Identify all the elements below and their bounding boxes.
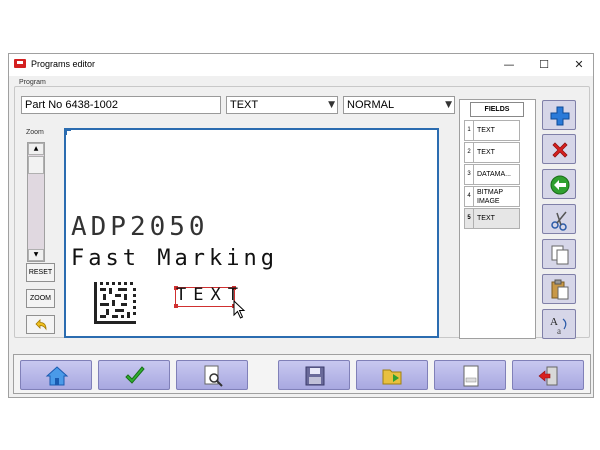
title-bar: Programs editor — ☐ ✕ (9, 54, 593, 76)
field-number: 1 (465, 121, 474, 140)
exit-button[interactable] (512, 360, 584, 390)
cut-icon (551, 211, 567, 231)
back-button[interactable] (542, 169, 576, 199)
paste-icon (551, 279, 569, 300)
preview-icon (204, 365, 223, 387)
field-row[interactable]: 3 DATAMA... (464, 164, 520, 185)
delete-icon (552, 142, 568, 158)
minimize-button[interactable]: — (494, 54, 524, 76)
add-icon (550, 106, 570, 126)
field-label: TEXT (477, 127, 495, 134)
programs-editor-window: Programs editor — ☐ ✕ Program Part No 64… (8, 53, 594, 398)
font-settings-button[interactable]: Aa (542, 309, 576, 339)
canvas-text-field-2[interactable]: Fast Marking (71, 246, 278, 271)
add-field-button[interactable] (542, 100, 576, 130)
save-button[interactable] (278, 360, 350, 390)
field-label: BITMAP IMAGE (477, 189, 503, 205)
program-name-input[interactable]: Part No 6438-1002 (21, 96, 221, 114)
marking-mode-value: NORMAL (347, 99, 395, 111)
new-document-icon (463, 365, 479, 387)
window-title: Programs editor (31, 59, 96, 69)
undo-button[interactable] (26, 315, 55, 334)
field-number: 4 (465, 187, 474, 206)
scroll-up-button[interactable]: ▲ (28, 143, 44, 155)
field-type-value: TEXT (230, 99, 259, 111)
exit-icon (538, 366, 558, 386)
bottom-toolbar (13, 354, 591, 394)
field-label: TEXT (477, 149, 495, 156)
maximize-button[interactable]: ☐ (529, 54, 559, 76)
zoom-label: Zoom (26, 129, 44, 136)
marking-mode-select[interactable]: NORMAL ▼ (343, 96, 455, 114)
fields-header: FIELDS (470, 102, 524, 117)
undo-icon (35, 319, 47, 331)
zoom-scrollbar[interactable]: ▲ ▼ (27, 142, 45, 262)
canvas-origin-marker (66, 130, 71, 135)
home-button[interactable] (20, 360, 92, 390)
back-arrow-icon (550, 175, 570, 195)
field-row[interactable]: 1 TEXT (464, 120, 520, 141)
canvas-text-field-1[interactable]: ADP2050 (71, 212, 209, 242)
field-label: TEXT (477, 215, 495, 222)
marking-canvas[interactable]: ADP2050 Fast Marking TEXT (64, 128, 439, 338)
svg-text:a: a (557, 326, 561, 336)
datamatrix-code[interactable] (94, 282, 136, 324)
close-button[interactable]: ✕ (564, 54, 594, 76)
delete-field-button[interactable] (542, 134, 576, 164)
zoom-button[interactable]: ZOOM (26, 289, 55, 308)
save-icon (305, 366, 325, 386)
open-button[interactable] (356, 360, 428, 390)
new-program-button[interactable] (434, 360, 506, 390)
field-label: DATAMA... (477, 171, 511, 178)
mouse-pointer-icon (233, 300, 246, 319)
paste-button[interactable] (542, 274, 576, 304)
fields-list: FIELDS 1 TEXT 2 TEXT 3 DATAMA... 4 BITMA… (459, 99, 536, 339)
field-number: 3 (465, 165, 474, 184)
home-icon (45, 366, 69, 386)
preview-button[interactable] (176, 360, 248, 390)
field-row-selected[interactable]: 5 TEXT (464, 208, 520, 229)
scroll-thumb[interactable] (28, 156, 44, 174)
field-number: 2 (465, 143, 474, 162)
app-icon (14, 59, 26, 68)
program-group-label: Program (19, 79, 46, 86)
field-number: 5 (465, 209, 474, 228)
copy-button[interactable] (542, 239, 576, 269)
reset-button[interactable]: RESET (26, 263, 55, 282)
chevron-down-icon: ▼ (445, 100, 452, 110)
scroll-down-button[interactable]: ▼ (28, 249, 44, 261)
font-icon: Aa (550, 316, 567, 336)
field-type-select[interactable]: TEXT ▼ (226, 96, 338, 114)
field-row[interactable]: 2 TEXT (464, 142, 520, 163)
open-folder-icon (382, 369, 402, 385)
field-row[interactable]: 4 BITMAP IMAGE (464, 186, 520, 207)
cut-button[interactable] (542, 204, 576, 234)
confirm-button[interactable] (98, 360, 170, 390)
copy-icon (551, 245, 569, 265)
checkmark-icon (125, 366, 145, 384)
chevron-down-icon: ▼ (328, 100, 335, 110)
